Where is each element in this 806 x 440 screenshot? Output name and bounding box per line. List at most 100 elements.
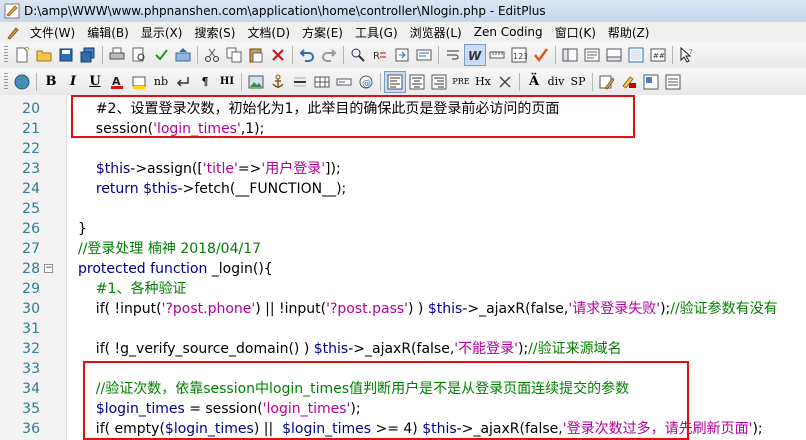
menu-search[interactable]: 搜索(S) [188, 24, 241, 41]
print-preview-button[interactable] [128, 44, 150, 66]
code-line[interactable]: 29 #1、各种验证 [0, 279, 806, 299]
menu-browser[interactable]: 浏览器(L) [404, 24, 468, 41]
delete-button[interactable] [267, 44, 289, 66]
undo-button[interactable] [296, 44, 318, 66]
context-help-button[interactable]: ? [676, 44, 698, 66]
underline-button[interactable]: U [84, 71, 106, 93]
code-line[interactable]: 23 $this->assign(['title'=>'用户登录']); [0, 159, 806, 179]
align-center-button[interactable] [406, 71, 428, 93]
code-line[interactable]: 35 $login_times = session('login_times')… [0, 399, 806, 419]
code-line[interactable]: 28− protected function _login(){ [0, 259, 806, 279]
spell-check-button[interactable] [150, 44, 172, 66]
code-token: ); [517, 341, 529, 357]
menu-view[interactable]: 显示(X) [135, 24, 189, 41]
code-line[interactable]: 21 session('login_times',1); [0, 119, 806, 139]
code-line[interactable]: 33 [0, 359, 806, 379]
heading-button[interactable]: HI [216, 71, 238, 93]
copy-button[interactable] [223, 44, 245, 66]
close-tag-button[interactable] [494, 71, 516, 93]
insert-template-button[interactable] [413, 44, 435, 66]
code-line[interactable]: 34 //验证次数，依靠session中login_times值判断用户是不是从… [0, 379, 806, 399]
menu-window[interactable]: 窗口(K) [549, 24, 602, 41]
redo-button[interactable] [318, 44, 340, 66]
full-screen-button[interactable] [625, 44, 647, 66]
directory-window-button[interactable] [559, 44, 581, 66]
full-screen-icon [628, 47, 644, 63]
save-button[interactable] [55, 44, 77, 66]
anchor-button[interactable] [267, 71, 289, 93]
code-line[interactable]: 30 if( !input('?post.phone') || !input('… [0, 299, 806, 319]
code-line[interactable]: 24 return $this->fetch(__FUNCTION__); [0, 179, 806, 199]
code-line[interactable]: 32 if( !g_verify_source_domain() ) $this… [0, 339, 806, 359]
bold-button[interactable]: B [40, 71, 62, 93]
code-line[interactable]: 36 if( empty($login_times) || $login_tim… [0, 419, 806, 439]
special-character-icon: Ä [528, 74, 540, 89]
output-window-button[interactable] [603, 44, 625, 66]
form-button[interactable] [333, 71, 355, 93]
replace-button[interactable]: R [369, 44, 391, 66]
color-picker-button[interactable]: @ [355, 71, 377, 93]
word-wrap-button[interactable] [442, 44, 464, 66]
fold-toggle-icon[interactable]: − [44, 264, 53, 273]
more-tools-button[interactable] [662, 71, 684, 93]
code-text: $login_times = session('login_times'); [78, 399, 361, 419]
word-wrap-icon [447, 50, 459, 60]
cliptext-window-button[interactable] [581, 44, 603, 66]
print-icon [109, 47, 125, 60]
align-left-button[interactable] [384, 70, 406, 93]
open-file-button[interactable] [33, 44, 55, 66]
div-button[interactable]: div [545, 71, 567, 93]
code-editor[interactable]: 20 #2、设置登录次数，初始化为1，此举目的确保此页是登录前必访问的页面 21 … [0, 95, 806, 440]
find-button[interactable] [347, 44, 369, 66]
code-line[interactable]: 27 //登录处理 楠神 2018/04/17 [0, 239, 806, 259]
toolbar-grip[interactable] [4, 46, 8, 64]
preformatted-button[interactable]: PRE [450, 71, 472, 93]
menu-zen-coding[interactable]: Zen Coding [468, 25, 549, 39]
browser-button[interactable] [11, 71, 33, 93]
menu-help[interactable]: 帮助(Z) [602, 24, 656, 41]
menu-edit[interactable]: 编辑(B) [81, 24, 135, 41]
heading-hx-button[interactable]: Hx [472, 71, 494, 93]
svg-text:123: 123 [513, 52, 527, 61]
line-break-button[interactable] [172, 71, 194, 93]
ruler-button[interactable] [486, 44, 508, 66]
horizontal-rule-button[interactable] [289, 71, 311, 93]
code-text: $this->assign(['title'=>'用户登录']); [78, 159, 341, 179]
code-token: $login_times [164, 421, 254, 437]
print-button[interactable] [106, 44, 128, 66]
span-button[interactable]: SP [567, 71, 589, 93]
code-line[interactable]: 22 [0, 139, 806, 159]
code-line[interactable]: 20 #2、设置登录次数，初始化为1，此举目的确保此页是登录前必访问的页面 [0, 99, 806, 119]
table-button[interactable] [311, 71, 333, 93]
image-button[interactable] [245, 71, 267, 93]
code-line[interactable]: 26} [0, 219, 806, 239]
toolbar-grip[interactable] [4, 72, 8, 91]
italic-button[interactable]: I [62, 71, 84, 93]
edit-tag-button[interactable] [596, 71, 618, 93]
save-all-button[interactable] [77, 44, 99, 66]
toolbar-settings-button[interactable] [640, 71, 662, 93]
menu-tools[interactable]: 工具(G) [349, 24, 404, 41]
paste-button[interactable] [245, 44, 267, 66]
line-numbers-button[interactable]: 123 [508, 44, 530, 66]
paragraph-button[interactable]: ¶ [194, 71, 216, 93]
menu-project[interactable]: 方案(E) [296, 24, 349, 41]
menu-file[interactable]: 文件(W) [24, 24, 81, 41]
check-syntax-button[interactable] [530, 44, 552, 66]
font-color-button[interactable]: A [106, 71, 128, 93]
highlight-button[interactable] [128, 71, 150, 93]
special-character-button[interactable]: Ä [523, 71, 545, 93]
code-token: ]); [325, 161, 341, 177]
align-right-button[interactable] [428, 71, 450, 93]
new-file-button[interactable] [11, 44, 33, 66]
code-line[interactable]: 31 [0, 319, 806, 339]
goto-button[interactable] [391, 44, 413, 66]
css-button[interactable] [618, 71, 640, 93]
cut-button[interactable] [201, 44, 223, 66]
toggle-view-button[interactable]: W [464, 44, 486, 66]
code-line[interactable]: 25 [0, 199, 806, 219]
word-count-button[interactable]: ## [647, 44, 669, 66]
nbsp-button[interactable]: nb [150, 71, 172, 93]
ftp-upload-button[interactable] [172, 44, 194, 66]
menu-document[interactable]: 文档(D) [241, 24, 296, 41]
